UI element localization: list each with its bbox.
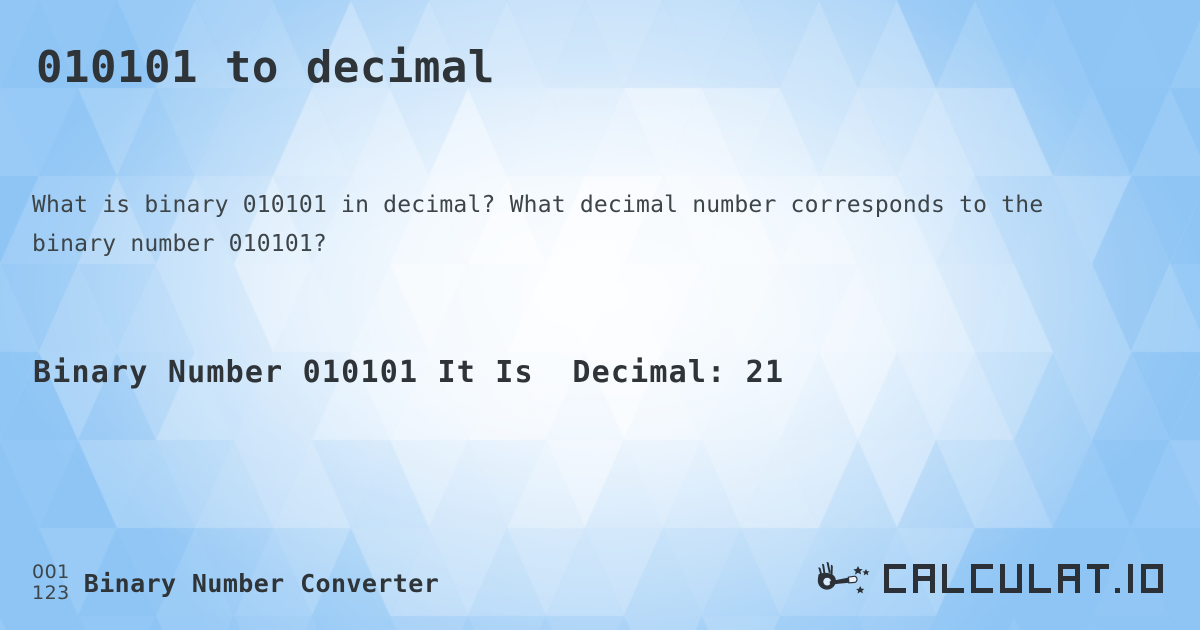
site-logo: CALCULAT.IO [816,556,1182,602]
binary-digits-icon: 001 123 [32,562,70,604]
brand-mark-bottom: 123 [32,582,70,604]
page-description: What is binary 010101 in decimal? What d… [32,192,1044,257]
page-title: 010101 to decimal [36,42,495,93]
conversion-result: Binary Number 010101 It Is Decimal: 21 [33,355,785,390]
footer: 001 123 Binary Number Converter [0,538,1200,630]
brand-lockup: 001 123 Binary Number Converter [32,562,439,604]
calculatio-wordmark: CALCULAT.IO [884,564,1163,593]
social-card: 010101 to decimal What is binary 010101 … [0,0,1200,630]
brand-name: Binary Number Converter [83,568,440,598]
brand-mark-top: 001 [32,561,70,583]
magic-wand-hand-icon [817,562,870,594]
